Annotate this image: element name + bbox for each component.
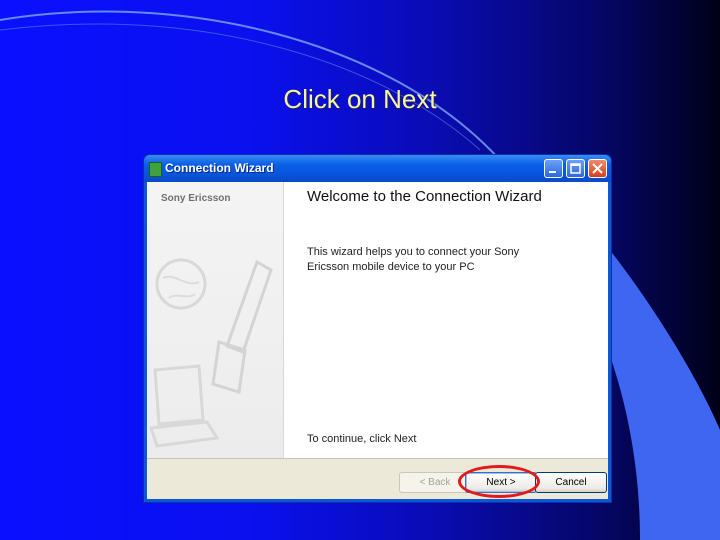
window-title: Connection Wizard <box>165 161 274 175</box>
slide-title: Click on Next <box>283 84 437 114</box>
close-icon <box>592 163 603 174</box>
slide: Click on Next Connection Wizard Sony Eri… <box>0 0 720 540</box>
minimize-icon <box>549 171 556 173</box>
title-bar[interactable]: Connection Wizard <box>144 155 611 182</box>
close-button[interactable] <box>588 159 607 178</box>
maximize-button[interactable] <box>566 159 585 178</box>
maximize-icon <box>570 163 581 174</box>
wizard-heading: Welcome to the Connection Wizard <box>307 188 542 205</box>
continue-instruction: To continue, click Next <box>307 433 417 445</box>
wizard-description: This wizard helps you to connect your So… <box>307 246 520 273</box>
wizard-app-icon <box>149 162 162 177</box>
brand-label: Sony Ericsson <box>161 193 231 204</box>
wizard-client-area: Sony Ericsson Welcome to the Connection … <box>147 182 608 499</box>
minimize-button[interactable] <box>544 159 563 178</box>
connection-wizard-window: Connection Wizard Sony Ericsson Welcome … <box>144 155 611 502</box>
devices-illustration <box>148 258 273 448</box>
next-button-highlight-circle <box>458 465 540 498</box>
wizard-side-panel: Sony Ericsson <box>147 182 284 458</box>
cancel-button[interactable]: Cancel <box>535 472 607 493</box>
